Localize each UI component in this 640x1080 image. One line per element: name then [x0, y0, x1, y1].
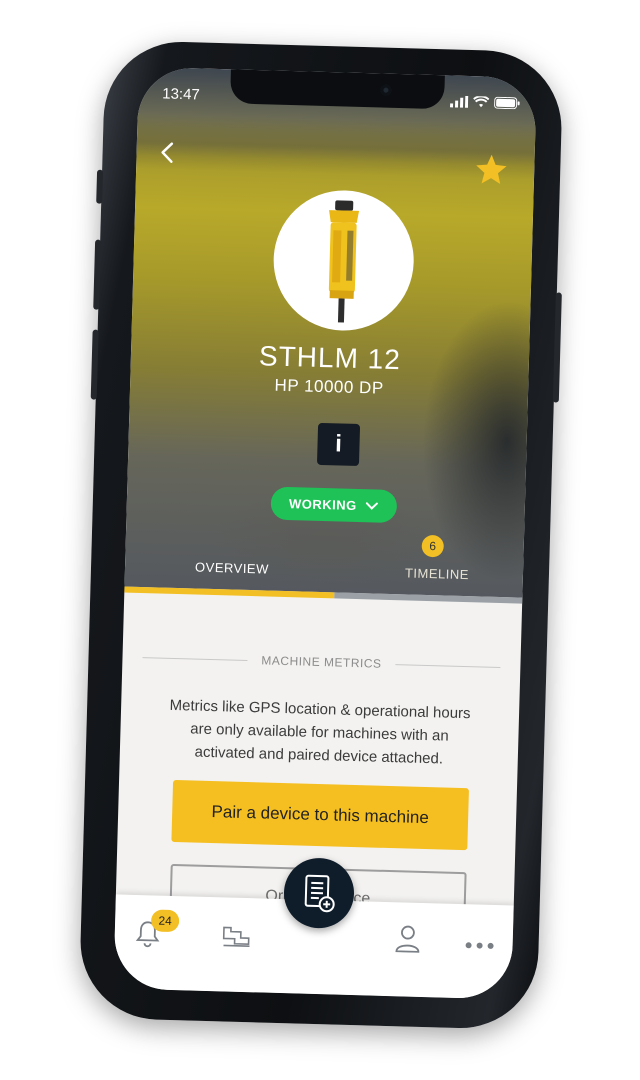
pair-device-button[interactable]: Pair a device to this machine: [171, 779, 469, 851]
front-camera: [380, 84, 392, 96]
phone-frame: 13:47 STHLM 12 HP 10000 DP i WORKING 6 O…: [78, 39, 564, 1031]
tab-timeline[interactable]: TIMELINE: [405, 565, 469, 582]
add-report-icon: [304, 874, 335, 913]
volume-down-button: [90, 329, 99, 400]
app-screen: 13:47 STHLM 12 HP 10000 DP i WORKING 6 O…: [113, 66, 537, 1000]
status-label: WORKING: [288, 496, 357, 513]
favorite-star-icon[interactable]: [474, 152, 509, 187]
wifi-icon: [473, 96, 490, 108]
divider-left: [142, 656, 248, 661]
info-button[interactable]: i: [316, 422, 361, 467]
machine-icon: [222, 926, 250, 947]
back-arrow-icon[interactable]: [154, 137, 181, 168]
notifications-badge: 24: [150, 909, 180, 933]
battery-icon: [494, 96, 520, 110]
nav-notifications[interactable]: 24: [134, 909, 180, 953]
signal-icon: [449, 95, 469, 108]
notch: [230, 69, 445, 110]
volume-up-button: [93, 239, 102, 310]
chevron-down-icon: [365, 501, 378, 510]
status-dropdown[interactable]: WORKING: [270, 486, 398, 524]
section-title: MACHINE METRICS: [261, 653, 382, 671]
status-time: 13:47: [162, 85, 201, 104]
divider-right: [395, 663, 501, 668]
more-icon: [465, 942, 494, 949]
tab-overview[interactable]: OVERVIEW: [195, 559, 269, 576]
user-icon: [395, 925, 420, 953]
power-button: [552, 292, 562, 403]
silent-switch: [96, 169, 104, 204]
status-icons: [449, 95, 520, 110]
nav-profile[interactable]: [394, 924, 421, 958]
nav-machines[interactable]: [220, 923, 253, 955]
machine-metrics-header: MACHINE METRICS: [142, 650, 501, 674]
nav-more[interactable]: [464, 936, 494, 955]
metrics-description: Metrics like GPS location & operational …: [169, 696, 471, 768]
